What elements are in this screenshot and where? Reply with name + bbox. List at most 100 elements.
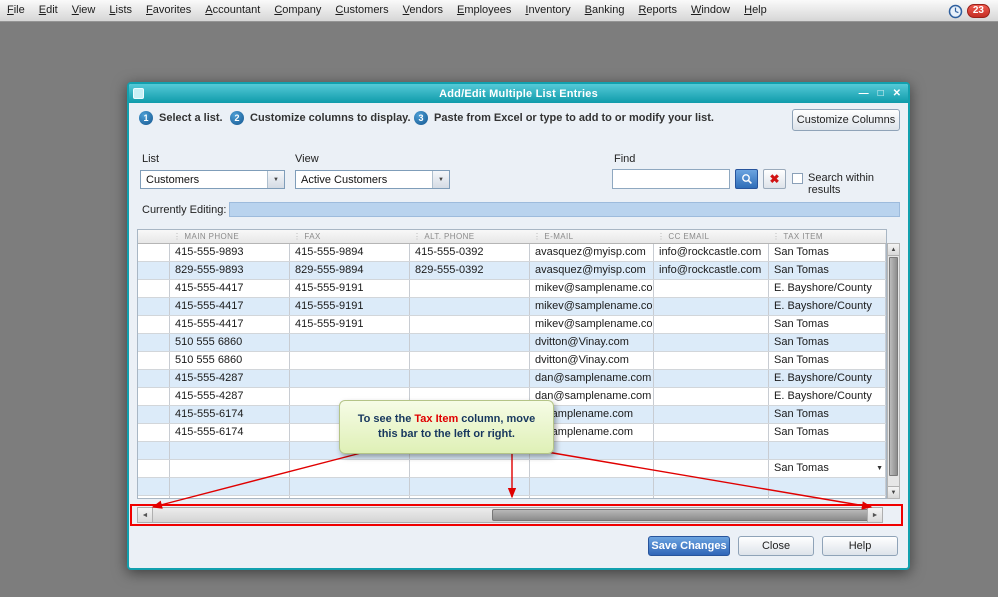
cell-alt-phone[interactable] [410,298,530,315]
row-selector-cell[interactable] [138,388,170,405]
cell-main-phone[interactable]: 510 555 6860 [170,334,290,351]
row-selector-cell[interactable] [138,244,170,261]
cell-cc-email[interactable] [654,406,769,423]
cell-alt-phone[interactable] [410,352,530,369]
cell-fax[interactable]: 415-555-9191 [290,280,410,297]
cell-alt-phone[interactable] [410,334,530,351]
cell-main-phone[interactable]: 415-555-4417 [170,280,290,297]
clear-search-button[interactable]: ✖ [763,169,786,189]
row-selector-cell[interactable] [138,298,170,315]
cell-fax[interactable]: 415-555-9894 [290,244,410,261]
cell-dropdown-icon[interactable]: ▼ [876,465,883,473]
row-selector-cell[interactable] [138,478,170,495]
cell-fax[interactable]: 415-555-9191 [290,316,410,333]
cell-main-phone[interactable]: 829-555-9893 [170,262,290,279]
cell-fax[interactable]: 829-555-9894 [290,262,410,279]
cell-email[interactable]: mikev@samplename.com [530,280,654,297]
scroll-left-icon[interactable]: ◄ [138,508,153,522]
cell-email[interactable]: dan@samplename.com [530,370,654,387]
column-header-cc-email[interactable]: CC EMAIL [654,230,769,243]
find-input[interactable] [612,169,730,189]
help-button[interactable]: Help [822,536,898,556]
menu-file[interactable]: File [0,0,32,21]
cell-cc-email[interactable]: info@rockcastle.com [654,244,769,261]
reminders-clock-icon[interactable] [948,4,963,19]
column-header-main-phone[interactable]: MAIN PHONE [170,230,290,243]
cell-tax-item[interactable]: E. Bayshore/County [769,280,886,297]
scroll-right-icon[interactable]: ► [867,508,882,522]
cell-fax[interactable] [290,460,410,477]
search-within-results-checkbox[interactable] [792,173,803,184]
cell-email[interactable]: mikev@samplename.com [530,316,654,333]
cell-cc-email[interactable] [654,352,769,369]
menu-reports[interactable]: Reports [631,0,684,21]
cell-email[interactable]: mikev@samplename.com [530,298,654,315]
cell-email[interactable] [530,478,654,495]
scroll-down-icon[interactable]: ▼ [888,486,899,498]
chevron-down-icon[interactable]: ▼ [432,171,449,188]
cell-main-phone[interactable]: 415-555-4417 [170,298,290,315]
menu-edit[interactable]: Edit [32,0,65,21]
menu-favorites[interactable]: Favorites [139,0,198,21]
close-icon[interactable]: ✕ [893,84,901,103]
column-header-tax-item[interactable]: TAX ITEM [769,230,886,243]
cell-alt-phone[interactable] [410,370,530,387]
column-header-email[interactable]: E-MAIL [530,230,654,243]
cell-tax-item[interactable]: E. Bayshore/County [769,388,886,405]
search-button[interactable] [735,169,758,189]
title-bar[interactable]: Add/Edit Multiple List Entries — □ ✕ [129,84,908,103]
menu-window[interactable]: Window [684,0,737,21]
cell-main-phone[interactable]: 415-555-4417 [170,316,290,333]
vertical-scrollbar-thumb[interactable] [889,257,898,476]
column-header-alt-phone[interactable]: ALT. PHONE [410,230,530,243]
cell-main-phone[interactable] [170,460,290,477]
cell-cc-email[interactable] [654,280,769,297]
cell-fax[interactable]: 415-555-9191 [290,298,410,315]
cell-email[interactable]: dvitton@Vinay.com [530,352,654,369]
cell-cc-email[interactable] [654,424,769,441]
cell-main-phone[interactable]: 510 555 6860 [170,352,290,369]
vertical-scrollbar[interactable]: ▲ ▼ [887,243,900,499]
row-selector-cell[interactable] [138,280,170,297]
cell-cc-email[interactable] [654,388,769,405]
menu-inventory[interactable]: Inventory [518,0,577,21]
cell-alt-phone[interactable]: 829-555-0392 [410,262,530,279]
cell-cc-email[interactable]: info@rockcastle.com [654,262,769,279]
close-button[interactable]: Close [738,536,814,556]
cell-main-phone[interactable]: 415-555-6174 [170,424,290,441]
row-selector-cell[interactable] [138,352,170,369]
cell-fax[interactable] [290,496,410,498]
menu-view[interactable]: View [65,0,103,21]
cell-email[interactable] [530,460,654,477]
horizontal-scrollbar-thumb[interactable] [492,509,870,521]
row-selector-cell[interactable] [138,442,170,459]
column-header-fax[interactable]: FAX [290,230,410,243]
cell-alt-phone[interactable] [410,478,530,495]
cell-main-phone[interactable]: 415-555-9893 [170,244,290,261]
cell-main-phone[interactable] [170,442,290,459]
list-dropdown[interactable]: Customers ▼ [140,170,285,189]
menu-help[interactable]: Help [737,0,774,21]
cell-main-phone[interactable]: 415-555-4287 [170,370,290,387]
menu-company[interactable]: Company [267,0,328,21]
cell-alt-phone[interactable] [410,460,530,477]
row-selector-cell[interactable] [138,460,170,477]
cell-tax-item[interactable]: San Tomas [769,406,886,423]
cell-alt-phone[interactable] [410,316,530,333]
cell-tax-item[interactable] [769,496,886,498]
cell-tax-item[interactable]: San Tomas [769,316,886,333]
cell-cc-email[interactable] [654,316,769,333]
chevron-down-icon[interactable]: ▼ [267,171,284,188]
cell-cc-email[interactable] [654,478,769,495]
cell-cc-email[interactable] [654,460,769,477]
customize-columns-button[interactable]: Customize Columns [792,109,900,131]
row-selector-cell[interactable] [138,424,170,441]
cell-fax[interactable] [290,334,410,351]
minimize-icon[interactable]: — [859,84,869,103]
cell-tax-item[interactable]: San Tomas [769,262,886,279]
cell-alt-phone[interactable] [410,496,530,498]
menu-lists[interactable]: Lists [102,0,139,21]
menu-customers[interactable]: Customers [328,0,395,21]
cell-alt-phone[interactable] [410,280,530,297]
cell-cc-email[interactable] [654,370,769,387]
